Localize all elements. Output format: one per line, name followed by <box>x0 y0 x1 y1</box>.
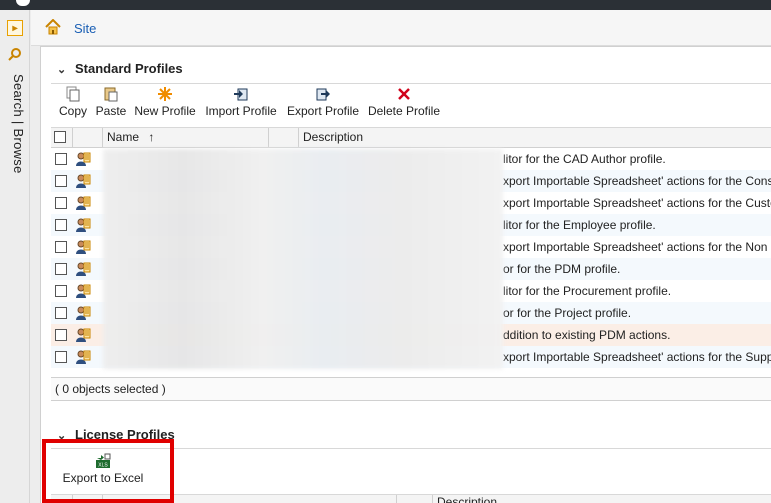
row-checkbox[interactable] <box>55 219 67 231</box>
name-header-label: Name <box>107 130 140 144</box>
home-icon[interactable] <box>45 19 61 35</box>
row-checkbox[interactable] <box>55 263 67 275</box>
standard-profiles-title: Standard Profiles <box>75 61 183 76</box>
row-checkbox[interactable] <box>55 351 67 363</box>
profile-user-icon <box>75 239 91 255</box>
row-description: xport Importable Spreadsheet' actions fo… <box>503 196 771 210</box>
copy-button[interactable]: Copy <box>55 86 91 124</box>
profile-user-icon <box>75 217 91 233</box>
license-description-column-header[interactable]: Description <box>433 495 771 503</box>
search-icon[interactable] <box>8 48 22 62</box>
profile-user-icon <box>75 305 91 321</box>
copy-icon <box>66 86 80 102</box>
import-profile-label: Import Profile <box>205 104 277 118</box>
row-checkbox[interactable] <box>55 153 67 165</box>
profile-user-icon <box>75 261 91 277</box>
import-icon <box>234 88 248 101</box>
row-checkbox[interactable] <box>55 329 67 341</box>
export-icon <box>316 88 330 101</box>
profile-user-icon <box>75 173 91 189</box>
standard-profiles-toolbar: Copy Paste New Profile Import Profile Ex… <box>51 83 771 125</box>
chevron-down-icon[interactable]: ⌄ <box>57 63 67 76</box>
new-profile-button[interactable]: New Profile <box>131 86 199 124</box>
delete-profile-label: Delete Profile <box>367 104 441 118</box>
expand-panel-icon[interactable]: ▸ <box>7 20 23 36</box>
import-profile-button[interactable]: Import Profile <box>203 86 279 124</box>
profile-user-icon <box>75 151 91 167</box>
blank-column-header <box>269 128 299 148</box>
export-profile-label: Export Profile <box>286 104 360 118</box>
row-checkbox[interactable] <box>55 197 67 209</box>
row-description: xport Importable Spreadsheet' actions fo… <box>503 350 771 364</box>
table-header: Name ↑ Description <box>51 128 771 148</box>
main-panel: ⌄ Standard Profiles Copy Paste New Profil… <box>40 46 771 503</box>
row-checkbox[interactable] <box>55 307 67 319</box>
profile-user-icon <box>75 349 91 365</box>
selection-status: ( 0 objects selected ) <box>51 377 771 401</box>
row-description: or for the Project profile. <box>503 306 632 320</box>
row-description: xport Importable Spreadsheet' actions fo… <box>503 174 771 188</box>
license-description-header-label: Description <box>437 495 498 503</box>
top-bar <box>0 0 771 10</box>
new-star-icon <box>158 87 172 101</box>
profile-user-icon <box>75 195 91 211</box>
license-blank-column-header <box>397 495 433 503</box>
icon-column-header <box>73 128 103 148</box>
row-description: xport Importable Spreadsheet' actions fo… <box>503 240 768 254</box>
sort-ascending-icon: ↑ <box>148 130 155 144</box>
row-description: or for the PDM profile. <box>503 262 621 276</box>
redacted-area <box>103 149 503 369</box>
paste-icon <box>104 87 118 102</box>
paste-button[interactable]: Paste <box>93 86 129 124</box>
row-description: litor for the Procurement profile. <box>503 284 672 298</box>
row-checkbox[interactable] <box>55 285 67 297</box>
paste-label: Paste <box>95 104 127 118</box>
description-header-label: Description <box>303 130 364 144</box>
select-all-checkbox[interactable] <box>54 131 66 143</box>
select-all-cell <box>51 128 73 148</box>
search-browse-tab[interactable]: Search | Browse <box>6 74 26 194</box>
app-logo <box>16 0 30 6</box>
copy-label: Copy <box>58 104 87 118</box>
delete-x-icon <box>398 88 410 100</box>
row-checkbox[interactable] <box>55 241 67 253</box>
standard-profiles-table: Name ↑ Description litor for the CAD Aut… <box>51 127 771 369</box>
delete-profile-button[interactable]: Delete Profile <box>367 86 441 124</box>
row-description: litor for the Employee profile. <box>503 218 656 232</box>
name-column-header[interactable]: Name ↑ <box>103 128 269 148</box>
row-description: ddition to existing PDM actions. <box>503 328 671 342</box>
profile-user-icon <box>75 283 91 299</box>
new-profile-label: New Profile <box>134 104 196 118</box>
row-description: litor for the CAD Author profile. <box>503 152 666 166</box>
profile-user-icon <box>75 327 91 343</box>
breadcrumb-site-link[interactable]: Site <box>74 21 96 36</box>
breadcrumb: Site <box>31 10 771 46</box>
standard-profiles-header[interactable]: ⌄ Standard Profiles <box>57 61 183 76</box>
row-checkbox[interactable] <box>55 175 67 187</box>
export-profile-button[interactable]: Export Profile <box>285 86 361 124</box>
description-column-header[interactable]: Description <box>299 128 771 148</box>
left-rail: ▸ Search | Browse <box>0 10 30 503</box>
highlight-annotation-box <box>42 439 174 503</box>
